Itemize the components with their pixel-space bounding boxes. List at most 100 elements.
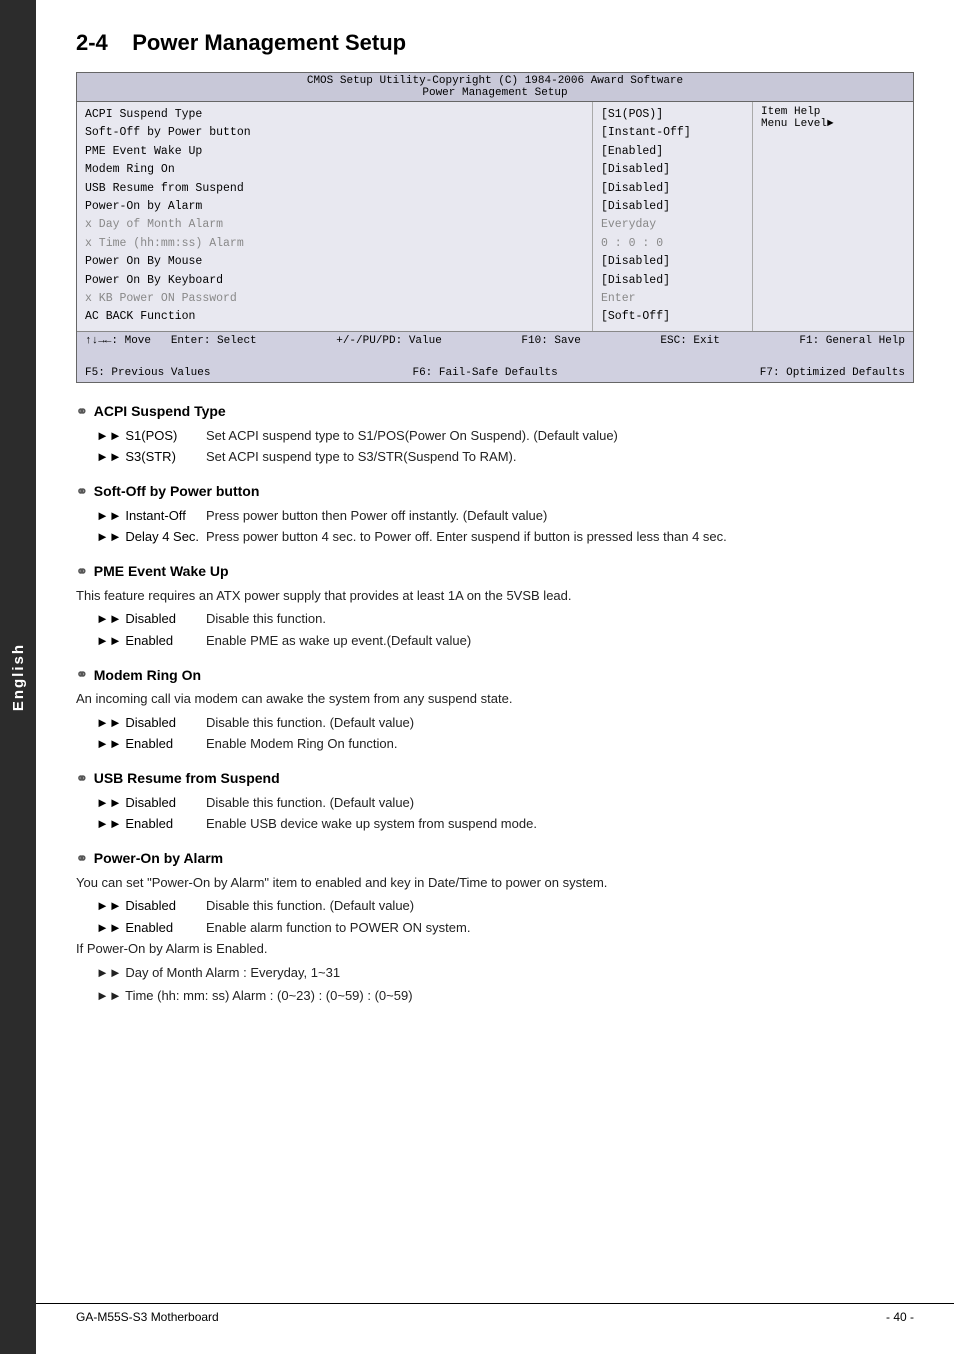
bios-row-value: [Disabled] — [601, 198, 744, 216]
option-label: ►► Enabled — [76, 814, 206, 834]
section-arrow-icon: ⚭ — [76, 850, 88, 867]
section-heading-text: ACPI Suspend Type — [94, 403, 226, 419]
section-heading-text: Power-On by Alarm — [94, 850, 223, 866]
option-label: ►► S1(POS) — [76, 426, 206, 446]
value-key: +/-/PU/PD: Value — [336, 335, 442, 347]
option-row: ►► DisabledDisable this function. — [76, 609, 914, 629]
bios-row-label: AC BACK Function — [85, 308, 584, 326]
sections-container: ⚭ACPI Suspend Type►► S1(POS)Set ACPI sus… — [76, 403, 914, 1006]
bios-row-value: [Enabled] — [601, 143, 744, 161]
save-key: F10: Save — [521, 335, 580, 347]
bios-row-label: Modem Ring On — [85, 161, 584, 179]
extra-line: ►► Time (hh: mm: ss) Alarm : (0~23) : (0… — [76, 986, 914, 1006]
page-title: 2-4 Power Management Setup — [76, 30, 914, 56]
section-heading-text: PME Event Wake Up — [94, 563, 229, 579]
esc-key: ESC: Exit — [660, 335, 719, 347]
bios-footer-row2: F5: Previous Values F6: Fail-Safe Defaul… — [85, 367, 905, 379]
footer-right: - 40 - — [886, 1310, 914, 1324]
bios-help-panel: Item Help Menu Level► — [753, 102, 913, 331]
section-arrow-icon: ⚭ — [76, 563, 88, 580]
section-heading-acpi-suspend-type: ⚭ACPI Suspend Type — [76, 403, 914, 420]
section-arrow-icon: ⚭ — [76, 483, 88, 500]
bios-row-label: USB Resume from Suspend — [85, 180, 584, 198]
sidebar-label: English — [10, 643, 27, 711]
main-content: 2-4 Power Management Setup CMOS Setup Ut… — [36, 0, 954, 1040]
extra-line: If Power-On by Alarm is Enabled. — [76, 939, 914, 959]
bios-row-value: [Disabled] — [601, 272, 744, 290]
bios-left-panel: ACPI Suspend Type Soft-Off by Power butt… — [77, 102, 593, 331]
option-label: ►► Disabled — [76, 609, 206, 629]
bios-row-label: x KB Power ON Password — [85, 290, 584, 308]
option-desc: Enable PME as wake up event.(Default val… — [206, 631, 914, 651]
option-desc: Press power button then Power off instan… — [206, 506, 914, 526]
option-row: ►► Delay 4 Sec.Press power button 4 sec.… — [76, 527, 914, 547]
move-key: ↑↓→←: Move Enter: Select — [85, 335, 257, 347]
bios-body: ACPI Suspend Type Soft-Off by Power butt… — [77, 102, 913, 331]
section-desc-modem-ring: An incoming call via modem can awake the… — [76, 689, 914, 709]
option-row: ►► S3(STR)Set ACPI suspend type to S3/ST… — [76, 447, 914, 467]
bios-row-label: Soft-Off by Power button — [85, 124, 584, 142]
bios-row-value: [Disabled] — [601, 253, 744, 271]
bios-row-label: Power On By Mouse — [85, 253, 584, 271]
bios-row-value: 0 : 0 : 0 — [601, 235, 744, 253]
option-row: ►► Instant-OffPress power button then Po… — [76, 506, 914, 526]
option-desc: Disable this function. (Default value) — [206, 896, 914, 916]
f6-key: F6: Fail-Safe Defaults — [412, 367, 557, 379]
option-row: ►► EnabledEnable alarm function to POWER… — [76, 918, 914, 938]
section-heading-power-on-alarm: ⚭ Power-On by Alarm — [76, 850, 914, 867]
footer-left: GA-M55S-S3 Motherboard — [76, 1310, 219, 1324]
option-desc: Disable this function. — [206, 609, 914, 629]
bios-box: CMOS Setup Utility-Copyright (C) 1984-20… — [76, 72, 914, 383]
bios-row-label: PME Event Wake Up — [85, 143, 584, 161]
section-heading-usb-resume: ⚭ USB Resume from Suspend — [76, 770, 914, 787]
option-desc: Disable this function. (Default value) — [206, 713, 914, 733]
option-desc: Disable this function. (Default value) — [206, 793, 914, 813]
option-label: ►► Enabled — [76, 631, 206, 651]
option-row: ►► S1(POS)Set ACPI suspend type to S1/PO… — [76, 426, 914, 446]
section-arrow-icon: ⚭ — [76, 770, 88, 787]
item-help-label: Item Help — [761, 106, 905, 118]
bios-row-label: ACPI Suspend Type — [85, 106, 584, 124]
bios-row-value: [Disabled] — [601, 180, 744, 198]
bios-row-label: x Time (hh:mm:ss) Alarm — [85, 235, 584, 253]
bios-row-value: [Instant-Off] — [601, 124, 744, 142]
page-footer: GA-M55S-S3 Motherboard - 40 - — [36, 1303, 954, 1324]
option-label: ►► Disabled — [76, 713, 206, 733]
f1-key: F1: General Help — [799, 335, 905, 347]
bios-row-value: [Soft-Off] — [601, 308, 744, 326]
section-heading-pme-event: ⚭ PME Event Wake Up — [76, 563, 914, 580]
section-desc-pme-event: This feature requires an ATX power suppl… — [76, 586, 914, 606]
option-label: ►► S3(STR) — [76, 447, 206, 467]
option-row: ►► EnabledEnable PME as wake up event.(D… — [76, 631, 914, 651]
extra-line: ►► Day of Month Alarm : Everyday, 1~31 — [76, 963, 914, 983]
bios-header: CMOS Setup Utility-Copyright (C) 1984-20… — [77, 73, 913, 102]
bios-values-panel: [S1(POS)][Instant-Off][Enabled][Disabled… — [593, 102, 753, 331]
option-desc: Enable Modem Ring On function. — [206, 734, 914, 754]
section-heading-text: Modem Ring On — [94, 667, 201, 683]
section-heading-modem-ring: ⚭ Modem Ring On — [76, 666, 914, 683]
bios-row-label: Power-On by Alarm — [85, 198, 584, 216]
option-row: ►► DisabledDisable this function. (Defau… — [76, 793, 914, 813]
option-row: ►► DisabledDisable this function. (Defau… — [76, 896, 914, 916]
bios-row-value: Enter — [601, 290, 744, 308]
section-heading-soft-off: ⚭Soft-Off by Power button — [76, 483, 914, 500]
section-desc-power-on-alarm: You can set "Power-On by Alarm" item to … — [76, 873, 914, 893]
option-row: ►► DisabledDisable this function. (Defau… — [76, 713, 914, 733]
bios-row-value: [Disabled] — [601, 161, 744, 179]
option-label: ►► Instant-Off — [76, 506, 206, 526]
section-heading-text: USB Resume from Suspend — [94, 770, 280, 786]
sidebar: English — [0, 0, 36, 1354]
option-desc: Enable alarm function to POWER ON system… — [206, 918, 914, 938]
bios-row-value: Everyday — [601, 216, 744, 234]
section-arrow-icon: ⚭ — [76, 666, 88, 683]
menu-level-label: Menu Level► — [761, 118, 905, 130]
option-label: ►► Delay 4 Sec. — [76, 527, 206, 547]
option-desc: Press power button 4 sec. to Power off. … — [206, 527, 914, 547]
option-row: ►► EnabledEnable Modem Ring On function. — [76, 734, 914, 754]
option-label: ►► Disabled — [76, 896, 206, 916]
bios-row-label: x Day of Month Alarm — [85, 216, 584, 234]
option-desc: Enable USB device wake up system from su… — [206, 814, 914, 834]
bios-footer-row1: ↑↓→←: Move Enter: Select +/-/PU/PD: Valu… — [85, 335, 905, 347]
bios-row-label: Power On By Keyboard — [85, 272, 584, 290]
option-label: ►► Enabled — [76, 918, 206, 938]
